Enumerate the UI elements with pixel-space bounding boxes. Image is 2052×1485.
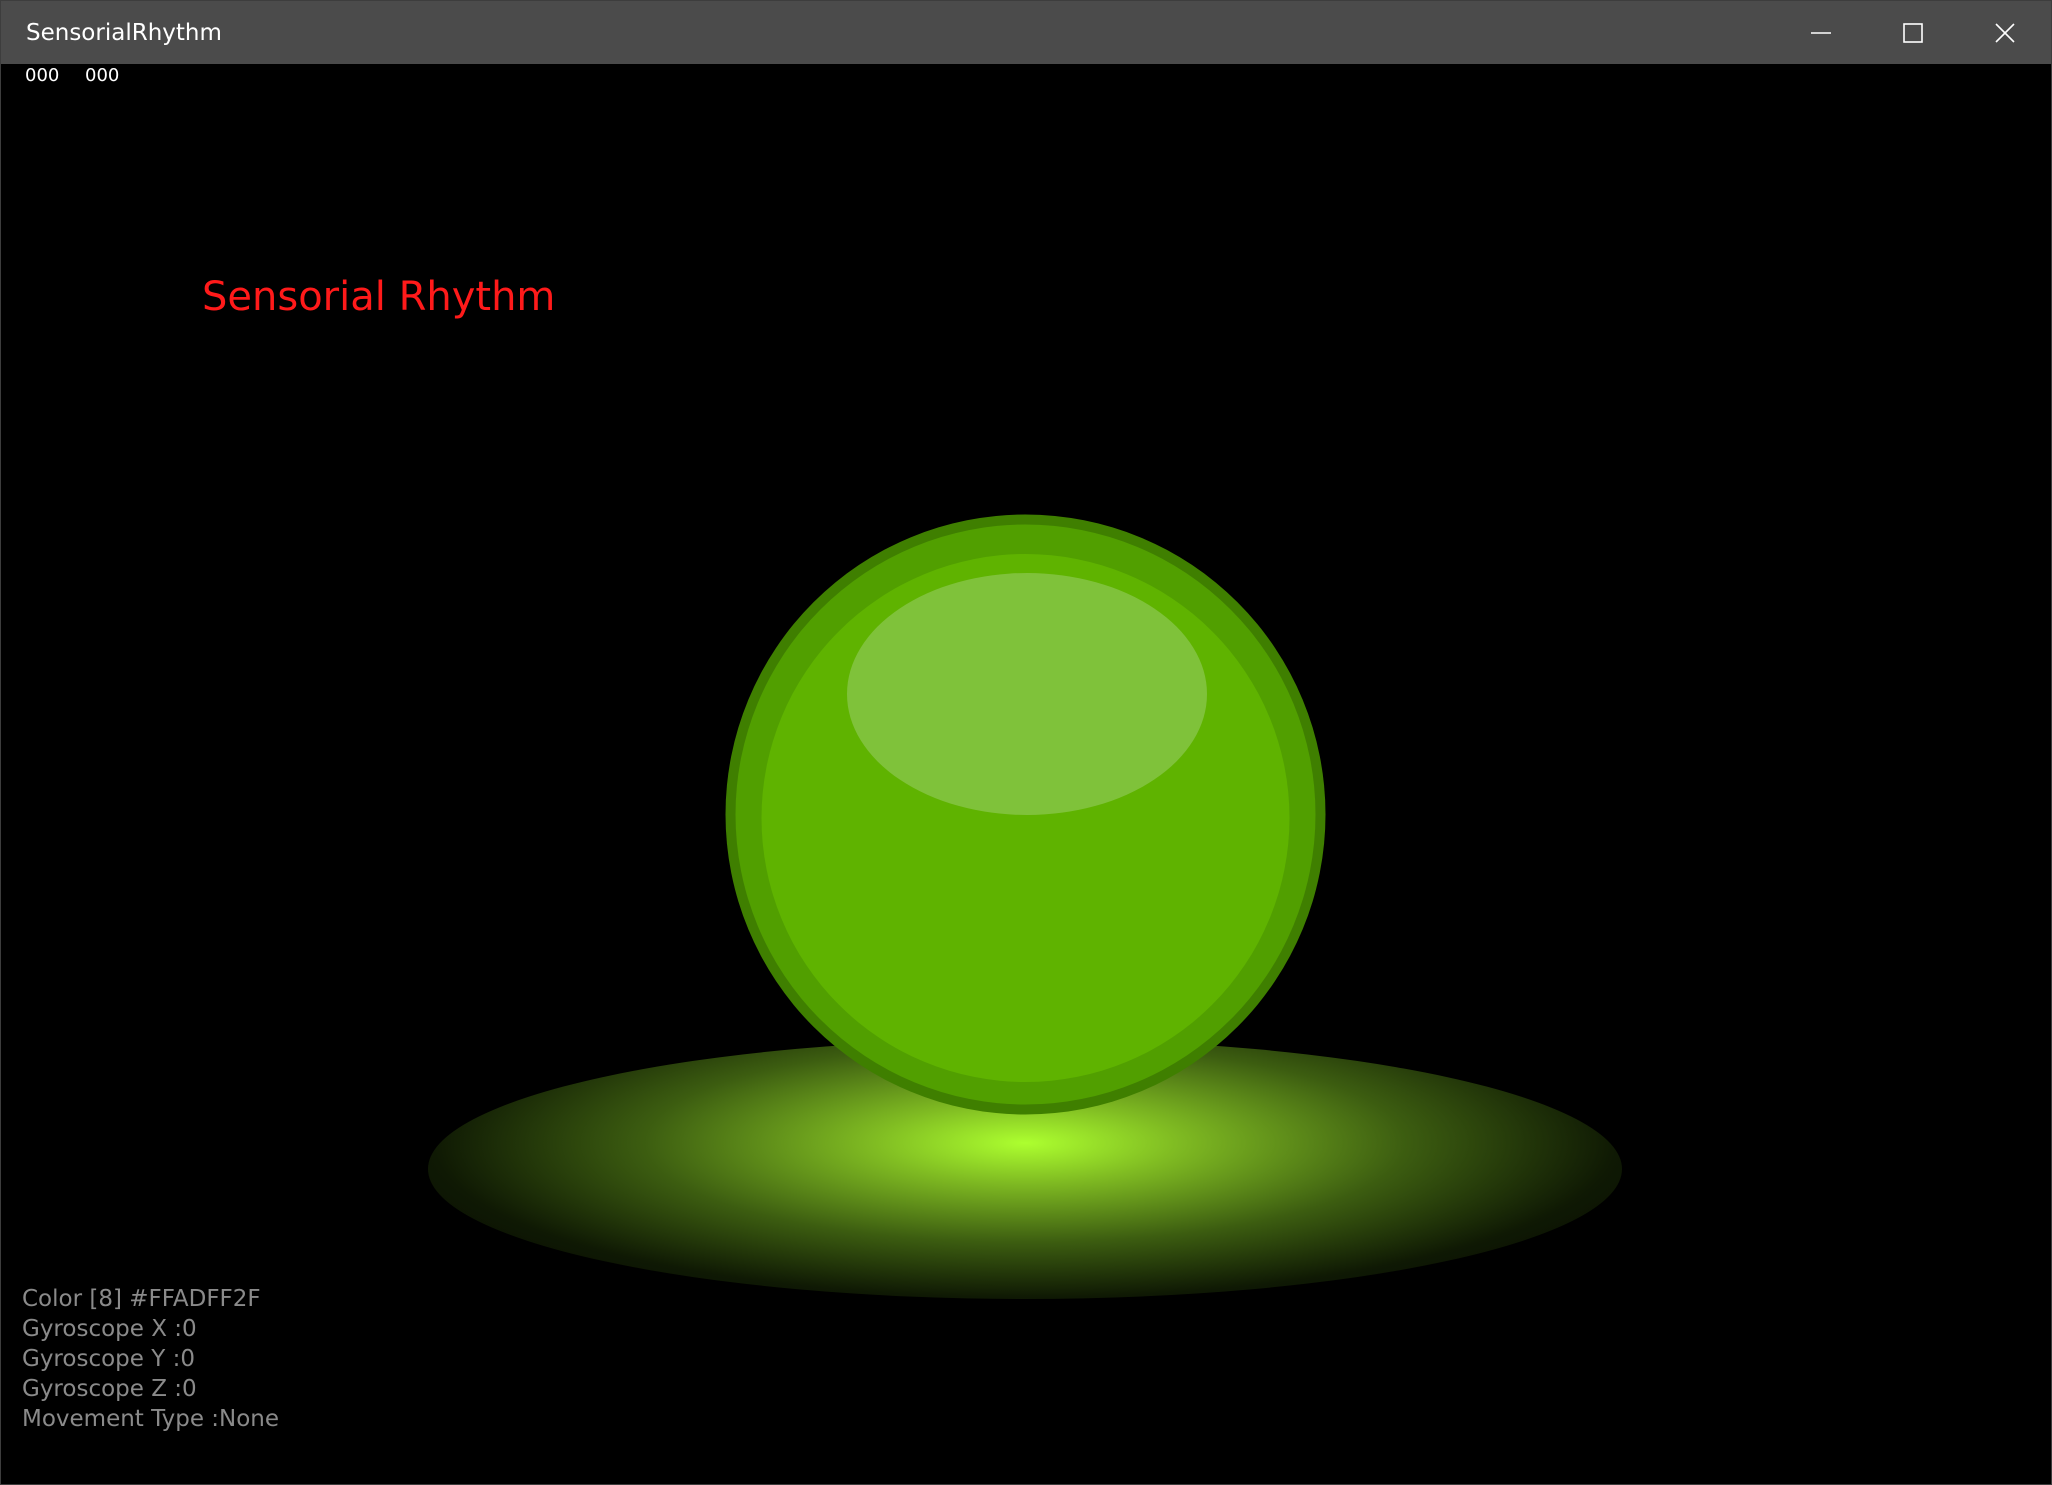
sphere-graphic — [725, 514, 1326, 1115]
app-canvas: 000 000 Sensorial Rhythm Color [8] #FFAD… — [1, 64, 2051, 1484]
close-button[interactable] — [1959, 1, 2051, 64]
movement-type-readout: Movement Type :None — [22, 1406, 280, 1432]
window-title: SensorialRhythm — [26, 20, 222, 46]
counter-left: 000 — [25, 65, 60, 86]
minimize-button[interactable] — [1775, 1, 1867, 64]
counter-right: 000 — [85, 65, 120, 86]
minimize-icon — [1811, 31, 1831, 34]
maximize-icon — [1903, 22, 1923, 43]
title-bar[interactable]: SensorialRhythm — [1, 1, 2051, 64]
close-icon — [1995, 22, 2015, 43]
sensor-readouts: Color [8] #FFADFF2F Gyroscope X :0 Gyros… — [22, 1284, 279, 1434]
gyroscope-y-readout: Gyroscope Y :0 — [22, 1346, 195, 1372]
sphere-highlight — [847, 573, 1207, 815]
app-heading: Sensorial Rhythm — [202, 274, 556, 320]
app-window: SensorialRhythm 000 000 Sensorial Rhythm — [0, 0, 2052, 1485]
gyroscope-z-readout: Gyroscope Z :0 — [22, 1376, 197, 1402]
gyroscope-x-readout: Gyroscope X :0 — [22, 1316, 197, 1342]
maximize-button[interactable] — [1867, 1, 1959, 64]
color-readout: Color [8] #FFADFF2F — [22, 1286, 261, 1312]
rhythm-sphere[interactable] — [725, 514, 1326, 1115]
